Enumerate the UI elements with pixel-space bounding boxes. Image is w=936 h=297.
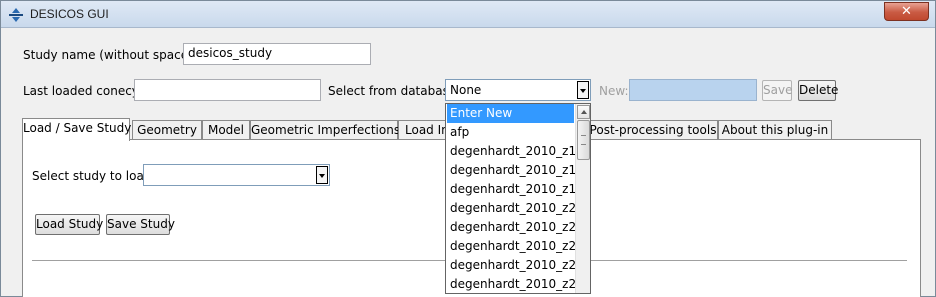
chevron-down-icon[interactable] (577, 81, 589, 99)
main-window: DESICOS GUI ✕ Study name (without spaces… (0, 0, 936, 297)
scroll-thumb[interactable] (577, 120, 590, 160)
study-select[interactable] (143, 164, 330, 186)
last-loaded-input[interactable] (134, 79, 321, 101)
tab-load-save-study[interactable]: Load / Save Study (22, 118, 131, 141)
dropdown-option[interactable]: afp (447, 123, 574, 142)
last-loaded-label: Last loaded conecyl: (23, 84, 147, 98)
database-select[interactable]: None (445, 79, 591, 101)
study-name-label: Study name (without spaces): (23, 48, 204, 62)
chevron-down-icon[interactable] (316, 166, 328, 184)
dropdown-option[interactable]: Enter New (447, 104, 574, 123)
new-input[interactable] (629, 79, 757, 101)
dropdown-option[interactable]: degenhardt_2010_z21 (447, 218, 584, 237)
dropdown-option[interactable]: degenhardt_2010_z15 (447, 142, 584, 161)
tab-geometry[interactable]: Geometry (132, 120, 202, 140)
delete-button[interactable]: Delete (798, 80, 838, 101)
dropdown-option[interactable]: degenhardt_2010_z20 (447, 199, 584, 218)
study-name-input[interactable]: desicos_study (183, 43, 371, 65)
tab-model[interactable]: Model (202, 120, 250, 140)
dropdown-option[interactable]: degenhardt_2010_z22 (447, 237, 584, 256)
close-button[interactable]: ✕ (884, 2, 929, 21)
select-database-label: Select from database: (328, 84, 461, 98)
dropdown-option[interactable]: degenhardt_2010_z18 (447, 180, 584, 199)
window-title: DESICOS GUI (30, 7, 109, 21)
tab-geometric-imperfections[interactable]: Geometric Imperfections (250, 120, 400, 140)
tab-post-processing-tools[interactable]: Post-processing tools (588, 120, 718, 140)
close-icon: ✕ (901, 4, 912, 19)
dropdown-scrollbar[interactable] (575, 104, 590, 293)
select-study-label: Select study to load: (32, 169, 156, 183)
new-label: New: (599, 84, 629, 98)
dropdown-option[interactable]: degenhardt_2010_z24 (447, 275, 584, 293)
save-study-button[interactable]: Save Study (106, 214, 175, 235)
load-study-button[interactable]: Load Study (35, 214, 103, 235)
dropdown-option[interactable]: degenhardt_2010_z23 (447, 256, 584, 275)
save-button[interactable]: Save (762, 80, 792, 101)
title-bar: DESICOS GUI ✕ (1, 1, 935, 28)
database-select-value: None (450, 83, 482, 97)
database-dropdown-list[interactable]: Enter New afp degenhardt_2010_z15 degenhard… (445, 103, 591, 294)
app-icon (9, 8, 23, 22)
dropdown-option[interactable]: degenhardt_2010_z17 (447, 161, 584, 180)
tab-about-plugin[interactable]: About this plug-in (718, 120, 832, 140)
scroll-up-icon[interactable] (577, 105, 590, 119)
